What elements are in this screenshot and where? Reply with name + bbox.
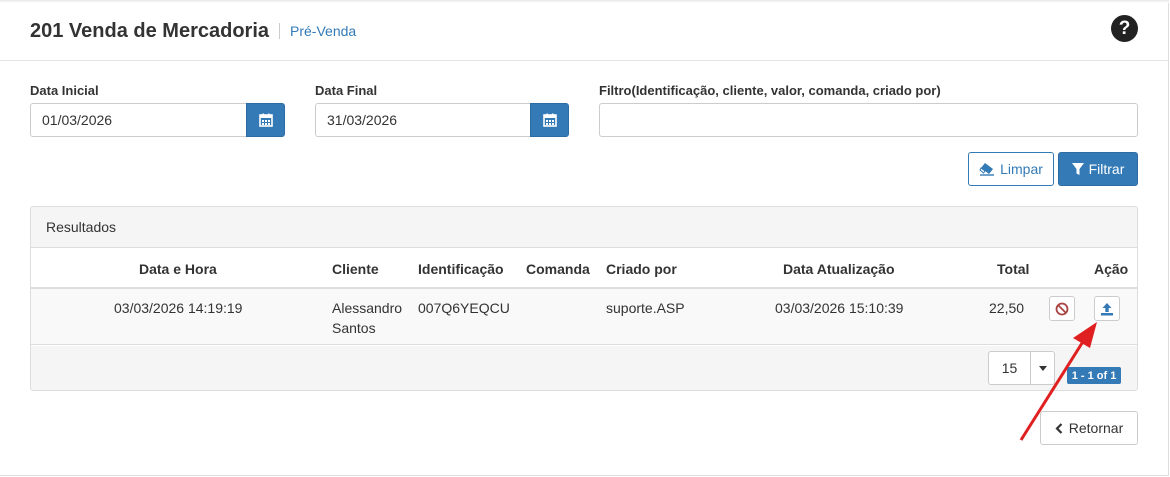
page-subtitle[interactable]: Pré-Venda — [290, 23, 356, 39]
col-criado-por[interactable]: Criado por — [606, 261, 677, 277]
results-panel: Resultados Data e Hora Cliente Identific… — [30, 206, 1138, 391]
filtrar-button[interactable]: Filtrar — [1058, 152, 1138, 186]
cell-total: 22,50 — [989, 300, 1025, 316]
calendar-button-final[interactable] — [530, 103, 569, 137]
page-header: 201 Venda de Mercadoria Pré-Venda — [30, 17, 356, 45]
col-total[interactable]: Total — [997, 261, 1029, 277]
data-final-group: 31/03/2026 — [315, 103, 569, 137]
filter-icon — [1071, 162, 1084, 175]
top-shadow — [0, 0, 1169, 3]
col-comanda[interactable]: Comanda — [526, 261, 590, 277]
pager-badge: 1 - 1 of 1 — [1067, 367, 1121, 384]
cell-data-atualizacao: 03/03/2026 15:10:39 — [775, 300, 904, 316]
results-heading: Resultados — [31, 207, 1137, 248]
limpar-button[interactable]: Limpar — [968, 152, 1054, 186]
chevron-down-icon[interactable] — [1031, 352, 1054, 384]
table-footer — [31, 346, 1137, 390]
retornar-label: Retornar — [1068, 420, 1124, 436]
header-divider — [0, 60, 1169, 61]
cell-cliente-line1: Alessandro — [332, 300, 403, 316]
col-data-atualizacao[interactable]: Data Atualização — [783, 261, 895, 277]
upload-button[interactable] — [1094, 296, 1120, 321]
chevron-left-icon — [1055, 422, 1063, 434]
cell-criado-por: suporte.ASP — [606, 300, 685, 316]
data-inicial-input[interactable]: 01/03/2026 — [30, 103, 246, 137]
col-data-hora[interactable]: Data e Hora — [139, 261, 217, 277]
cancel-button[interactable] — [1049, 296, 1075, 321]
page-size-select[interactable]: 15 — [988, 351, 1055, 385]
question-circle-icon[interactable]: ? — [1111, 15, 1138, 42]
filtro-input[interactable] — [599, 103, 1138, 137]
page-title: 201 Venda de Mercadoria — [30, 19, 270, 42]
col-cliente[interactable]: Cliente — [332, 261, 379, 277]
calendar-button-inicial[interactable] — [246, 103, 285, 137]
eraser-icon — [979, 163, 995, 176]
col-acao: Ação — [1094, 261, 1129, 277]
col-identificacao[interactable]: Identificação — [418, 261, 504, 277]
data-final-input[interactable]: 31/03/2026 — [315, 103, 530, 137]
data-inicial-label: Data Inicial — [30, 83, 99, 98]
limpar-label: Limpar — [1000, 161, 1043, 177]
filtrar-label: Filtrar — [1088, 161, 1125, 177]
title-divider — [279, 23, 281, 39]
data-final-label: Data Final — [315, 83, 378, 98]
cell-identificacao: 007Q6YEQCU — [418, 300, 510, 316]
upload-icon — [1101, 302, 1113, 315]
data-inicial-group: 01/03/2026 — [30, 103, 285, 137]
cell-cliente-line2: Santos — [332, 320, 376, 336]
ban-icon — [1055, 302, 1069, 315]
page-size-value: 15 — [989, 352, 1031, 384]
calendar-icon — [258, 113, 273, 127]
cell-cliente: Alessandro Santos — [332, 298, 402, 338]
filtro-label: Filtro(Identificação, cliente, valor, co… — [599, 83, 941, 98]
calendar-icon — [542, 113, 557, 127]
retornar-button[interactable]: Retornar — [1040, 411, 1138, 445]
cell-data-hora: 03/03/2026 14:19:19 — [114, 300, 243, 316]
